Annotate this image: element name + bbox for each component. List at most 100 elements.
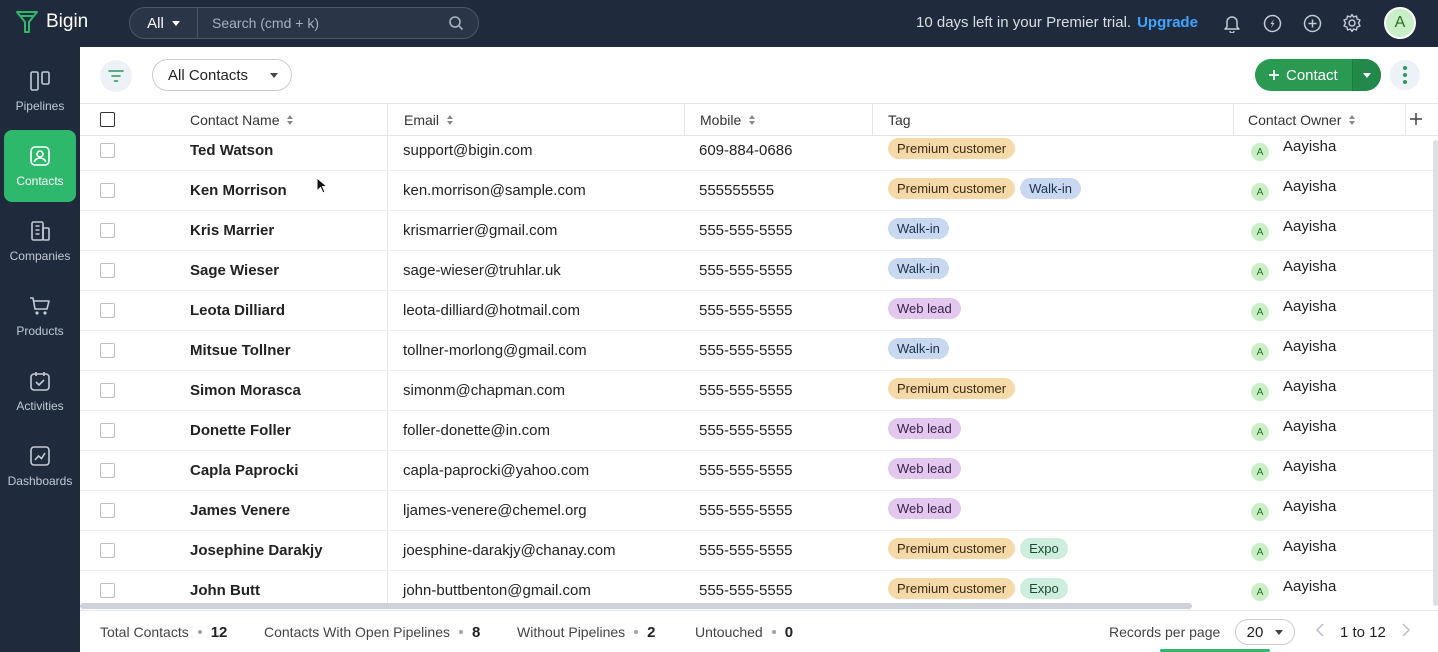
filter-button[interactable] bbox=[100, 60, 132, 92]
add-contact-main[interactable]: Contact bbox=[1255, 59, 1352, 91]
records-per-page-select[interactable]: 20 bbox=[1235, 619, 1295, 645]
upgrade-link[interactable]: Upgrade bbox=[1137, 14, 1198, 31]
total-contacts-stat[interactable]: Total Contacts 12 bbox=[100, 611, 227, 652]
email-text[interactable]: krismarrier@gmail.com bbox=[403, 222, 557, 239]
row-checkbox[interactable] bbox=[100, 423, 115, 438]
sidebar-item-products[interactable]: Products bbox=[4, 280, 76, 352]
owner-name[interactable]: Aayisha bbox=[1283, 578, 1336, 595]
more-options-button[interactable] bbox=[1390, 60, 1420, 90]
email-text[interactable]: ken.morrison@sample.com bbox=[403, 182, 586, 199]
table-row[interactable]: Ted Watson support@bigin.com 609-884-0686 P… bbox=[80, 136, 1438, 171]
owner-name[interactable]: Aayisha bbox=[1283, 418, 1336, 435]
compass-icon[interactable] bbox=[1262, 13, 1282, 33]
mobile-text[interactable]: 555-555-5555 bbox=[699, 582, 792, 599]
row-checkbox[interactable] bbox=[100, 143, 115, 158]
column-resizer[interactable] bbox=[387, 104, 388, 135]
row-checkbox[interactable] bbox=[100, 343, 115, 358]
table-row[interactable]: Leota Dilliard leota-dilliard@hotmail.com… bbox=[80, 291, 1438, 331]
mobile-text[interactable]: 555-555-5555 bbox=[699, 262, 792, 279]
row-checkbox[interactable] bbox=[100, 503, 115, 518]
table-row[interactable]: Josephine Darakjy joesphine-darakjy@chana… bbox=[80, 531, 1438, 571]
app-logo[interactable]: Bigin bbox=[16, 10, 88, 34]
mobile-text[interactable]: 555-555-5555 bbox=[699, 382, 792, 399]
email-text[interactable]: leota-dilliard@hotmail.com bbox=[403, 302, 580, 319]
owner-name[interactable]: Aayisha bbox=[1283, 218, 1336, 235]
untouched-stat[interactable]: Untouched 0 bbox=[695, 611, 793, 652]
email-text[interactable]: tollner-morlong@gmail.com bbox=[403, 342, 587, 359]
add-contact-button[interactable]: Contact bbox=[1255, 59, 1381, 91]
sort-icon[interactable] bbox=[1349, 114, 1356, 125]
contact-name-link[interactable]: Mitsue Tollner bbox=[190, 342, 291, 359]
table-row[interactable]: Ken Morrison ken.morrison@sample.com 55555… bbox=[80, 171, 1438, 211]
table-row[interactable]: John Butt john-buttbenton@gmail.com 555-55… bbox=[80, 571, 1438, 606]
contact-name-link[interactable]: Josephine Darakjy bbox=[190, 542, 323, 559]
search-icon[interactable] bbox=[448, 15, 464, 31]
search-scope-dropdown[interactable]: All bbox=[130, 8, 198, 38]
column-resizer[interactable] bbox=[684, 104, 685, 135]
mobile-text[interactable]: 555-555-5555 bbox=[699, 542, 792, 559]
contact-name-link[interactable]: Leota Dilliard bbox=[190, 302, 285, 319]
email-text[interactable]: foller-donette@in.com bbox=[403, 422, 550, 439]
mobile-text[interactable]: 555-555-5555 bbox=[699, 462, 792, 479]
sidebar-item-dashboards[interactable]: Dashboards bbox=[4, 430, 76, 502]
owner-name[interactable]: Aayisha bbox=[1283, 498, 1336, 515]
email-text[interactable]: joesphine-darakjy@chanay.com bbox=[403, 542, 616, 559]
contact-name-link[interactable]: James Venere bbox=[190, 502, 290, 519]
column-header-mobile[interactable]: Mobile bbox=[700, 104, 756, 135]
mobile-text[interactable]: 555-555-5555 bbox=[699, 342, 792, 359]
sidebar-item-companies[interactable]: Companies bbox=[4, 205, 76, 277]
contact-name-link[interactable]: Donette Foller bbox=[190, 422, 291, 439]
row-checkbox[interactable] bbox=[100, 303, 115, 318]
search-input[interactable] bbox=[198, 15, 448, 31]
contact-name-link[interactable]: Ken Morrison bbox=[190, 182, 287, 199]
column-resizer[interactable] bbox=[1233, 104, 1234, 135]
row-checkbox[interactable] bbox=[100, 263, 115, 278]
email-text[interactable]: support@bigin.com bbox=[403, 142, 532, 159]
open-pipelines-stat[interactable]: Contacts With Open Pipelines 8 bbox=[264, 611, 480, 652]
add-contact-dropdown[interactable] bbox=[1352, 59, 1381, 91]
sort-icon[interactable] bbox=[749, 114, 756, 125]
view-selector[interactable]: All Contacts bbox=[152, 59, 292, 91]
mobile-text[interactable]: 555-555-5555 bbox=[699, 422, 792, 439]
column-header-contact-owner[interactable]: Contact Owner bbox=[1248, 104, 1356, 135]
column-resizer[interactable] bbox=[872, 104, 873, 135]
owner-name[interactable]: Aayisha bbox=[1283, 178, 1336, 195]
email-text[interactable]: ljames-venere@chemel.org bbox=[403, 502, 587, 519]
owner-name[interactable]: Aayisha bbox=[1283, 378, 1336, 395]
row-checkbox[interactable] bbox=[100, 223, 115, 238]
email-text[interactable]: simonm@chapman.com bbox=[403, 382, 565, 399]
row-checkbox[interactable] bbox=[100, 183, 115, 198]
table-row[interactable]: Kris Marrier krismarrier@gmail.com 555-555… bbox=[80, 211, 1438, 251]
table-row[interactable]: Mitsue Tollner tollner-morlong@gmail.com 5… bbox=[80, 331, 1438, 371]
mobile-text[interactable]: 555-555-5555 bbox=[699, 502, 792, 519]
row-checkbox[interactable] bbox=[100, 543, 115, 558]
sidebar-item-activities[interactable]: Activities bbox=[4, 355, 76, 427]
add-circle-icon[interactable] bbox=[1302, 13, 1322, 33]
column-header-contact-name[interactable]: Contact Name bbox=[190, 104, 294, 135]
owner-name[interactable]: Aayisha bbox=[1283, 298, 1336, 315]
table-row[interactable]: Capla Paprocki capla-paprocki@yahoo.com 55… bbox=[80, 451, 1438, 491]
horizontal-scrollbar[interactable] bbox=[80, 603, 1192, 609]
table-row[interactable]: Simon Morasca simonm@chapman.com 555-555-5… bbox=[80, 371, 1438, 411]
owner-name[interactable]: Aayisha bbox=[1283, 258, 1336, 275]
mobile-text[interactable]: 555-555-5555 bbox=[699, 302, 792, 319]
owner-name[interactable]: Aayisha bbox=[1283, 458, 1336, 475]
contact-name-link[interactable]: Simon Morasca bbox=[190, 382, 301, 399]
row-checkbox[interactable] bbox=[100, 463, 115, 478]
row-checkbox[interactable] bbox=[100, 383, 115, 398]
gear-icon[interactable] bbox=[1342, 13, 1362, 33]
without-pipelines-stat[interactable]: Without Pipelines 2 bbox=[517, 611, 656, 652]
owner-name[interactable]: Aayisha bbox=[1283, 138, 1336, 155]
contact-name-link[interactable]: Capla Paprocki bbox=[190, 462, 298, 479]
owner-name[interactable]: Aayisha bbox=[1283, 538, 1336, 555]
row-checkbox[interactable] bbox=[100, 583, 115, 598]
contact-name-link[interactable]: John Butt bbox=[190, 582, 260, 599]
select-all-checkbox[interactable] bbox=[100, 112, 115, 127]
sidebar-item-contacts[interactable]: Contacts bbox=[4, 130, 76, 202]
table-row[interactable]: Sage Wieser sage-wieser@truhlar.uk 555-555… bbox=[80, 251, 1438, 291]
contact-name-link[interactable]: Sage Wieser bbox=[190, 262, 279, 279]
contact-name-link[interactable]: Kris Marrier bbox=[190, 222, 274, 239]
bell-icon[interactable] bbox=[1222, 13, 1242, 33]
email-text[interactable]: sage-wieser@truhlar.uk bbox=[403, 262, 561, 279]
sidebar-item-pipelines[interactable]: Pipelines bbox=[4, 55, 76, 127]
